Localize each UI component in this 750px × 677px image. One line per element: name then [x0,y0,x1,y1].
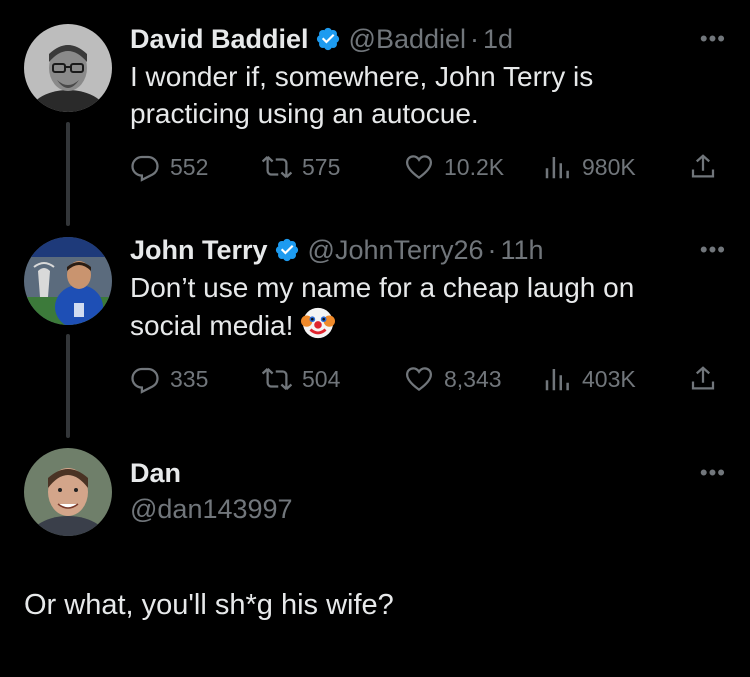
retweet-button[interactable]: 504 [262,364,340,394]
tweet-actions: 335 504 8,343 403K [130,363,726,395]
tweet-header: John Terry @JohnTerry26 · 11h [130,233,726,267]
separator-dot: · [470,24,480,54]
views-count: 980K [582,153,636,180]
reply-icon [131,367,159,394]
author-handle[interactable]: @JohnTerry26 [308,233,484,267]
timestamp[interactable]: 1d [483,22,513,56]
tweet-dan[interactable]: Dan ••• @dan143997 [130,456,726,526]
author-handle-row: @dan143997 [130,492,726,526]
share-icon [691,154,715,178]
tweet-actions: 552 575 10.2K 980K [130,151,726,183]
views-button[interactable]: 403K [542,364,636,394]
author-name[interactable]: John Terry [130,233,268,267]
tweet-david-baddiel[interactable]: David Baddiel @Baddiel · 1d ••• I wonder… [130,22,726,132]
views-button[interactable]: 980K [542,152,636,182]
avatar-john-terry[interactable] [24,237,112,325]
share-button[interactable] [688,364,728,394]
like-button[interactable]: 10.2K [404,152,504,182]
avatar-david-baddiel[interactable] [24,24,112,112]
author-handle[interactable]: @Baddiel [349,22,466,56]
author-name[interactable]: Dan [130,456,181,490]
timestamp[interactable]: 11h [501,233,544,267]
heart-icon [405,367,433,392]
more-horizontal-icon[interactable]: ••• [700,26,726,52]
reply-button[interactable]: 552 [130,152,208,182]
reply-count: 552 [170,153,209,180]
more-horizontal-icon[interactable]: ••• [700,237,726,263]
views-count: 403K [582,365,636,392]
share-button[interactable] [688,152,728,182]
tweet-header: David Baddiel @Baddiel · 1d [130,22,726,56]
retweet-icon [262,156,292,178]
heart-icon [405,155,433,180]
verified-badge-icon [316,27,339,51]
tweet-text: I wonder if, somewhere, John Terry is pr… [130,61,594,129]
retweet-button[interactable]: 575 [262,152,340,182]
tweet-john-terry[interactable]: John Terry @JohnTerry26 · 11h ••• Don’t … [130,233,726,344]
more-horizontal-icon[interactable]: ••• [700,460,726,486]
author-handle[interactable]: @dan143997 [130,492,293,526]
thread-line-2 [66,334,70,438]
tweet-text: Or what, you'll sh*g his wife? [24,589,394,621]
tweet-text-wrapper: Don’t use my name for a cheap laugh on s… [130,269,675,344]
like-count: 10.2K [444,153,505,180]
avatar-dan[interactable] [24,448,112,536]
retweet-count: 504 [302,365,341,392]
reply-icon [131,155,159,182]
like-count: 8,343 [444,365,502,392]
reply-button[interactable]: 335 [130,364,208,394]
like-button[interactable]: 8,343 [404,364,502,394]
share-icon [691,366,715,390]
views-icon [545,157,569,179]
tweet-text: Don’t use my name for a cheap laugh on s… [130,272,635,341]
views-icon [545,369,569,391]
retweet-icon [262,368,292,390]
separator-dot: · [487,235,497,265]
clown-face-icon [301,307,336,339]
reply-count: 335 [170,365,209,392]
author-name[interactable]: David Baddiel [130,22,309,56]
retweet-count: 575 [302,153,341,180]
verified-badge-icon [275,238,298,262]
thread-line-1 [66,122,70,226]
tweet-header: Dan [130,456,726,490]
